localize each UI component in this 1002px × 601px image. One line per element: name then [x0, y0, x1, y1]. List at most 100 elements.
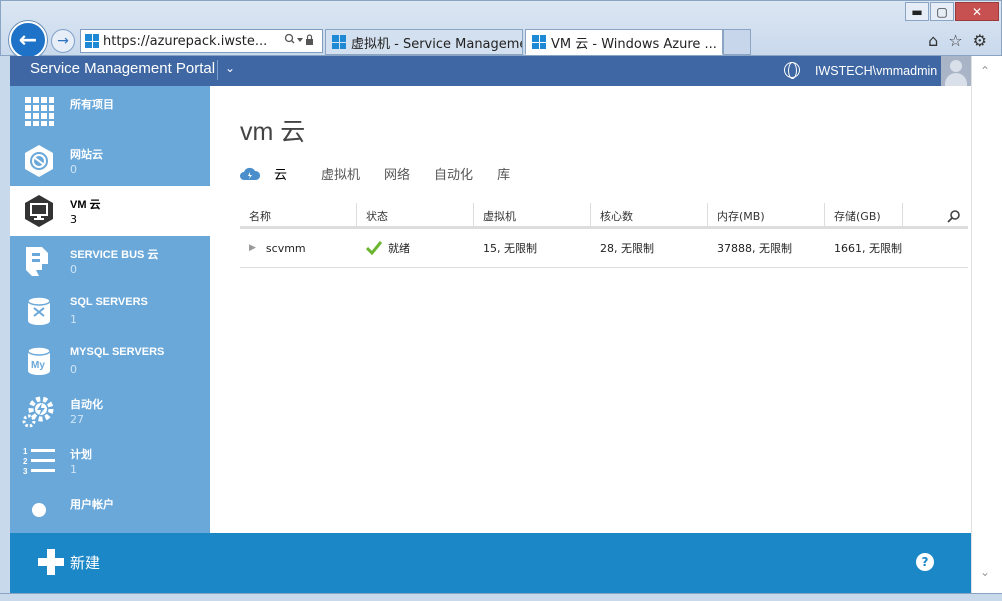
sidebar-item-count: 0 [70, 163, 77, 176]
cell-name: ▶ scvmm [240, 242, 357, 255]
cloud-icon [240, 167, 260, 180]
column-header-name[interactable]: 名称 [240, 203, 357, 226]
table-header: 名称 状态 虚拟机 核心数 内存(MB) 存储(GB) [240, 203, 968, 229]
avatar[interactable] [941, 56, 971, 86]
cell-storage: 1661, 无限制 [834, 242, 902, 255]
help-icon[interactable]: ? [916, 553, 934, 571]
minimize-button[interactable]: ▬ [905, 2, 929, 21]
arrow-left-icon: ← [18, 27, 38, 53]
sidebar-item-sql-servers[interactable]: SQL SERVERS 1 [10, 286, 210, 336]
check-icon [366, 241, 382, 255]
address-controls[interactable] [284, 33, 322, 50]
tab-label: 云 [274, 168, 288, 183]
sidebar-item-label: SQL SERVERS [70, 296, 148, 308]
sidebar-item-label: 自动化 [70, 399, 103, 411]
cloud-name[interactable]: scvmm [266, 242, 306, 255]
sidebar-item-service-bus[interactable]: SERVICE BUS 云 0 [10, 236, 210, 286]
sidebar-item-count: 0 [70, 363, 77, 376]
automation-icon [22, 396, 54, 428]
tab-vm-cloud[interactable]: VM 云 - Windows Azure ... ✕ [525, 29, 723, 55]
close-window-button[interactable]: ✕ [955, 2, 999, 21]
settings-gear-icon[interactable]: ⚙ [973, 31, 987, 50]
sidebar-item-label: 所有项目 [70, 99, 114, 111]
windows-logo-icon [85, 34, 99, 48]
address-bar[interactable]: https://azurepack.iwste... [80, 29, 323, 53]
sidebar-item-label: SERVICE BUS 云 [70, 249, 159, 261]
column-header-storage[interactable]: 存储(GB) [825, 203, 903, 226]
grid-icon [25, 97, 54, 126]
cell-memory: 37888, 无限制 [717, 242, 792, 255]
sidebar-item-count: 1 [70, 313, 77, 326]
browser-tools: ⌂ ☆ ⚙ [928, 31, 987, 50]
favorites-star-icon[interactable]: ☆ [948, 31, 962, 50]
sidebar-item-label: MYSQL SERVERS [70, 346, 165, 358]
url-text[interactable]: https://azurepack.iwste... [103, 34, 280, 49]
back-button[interactable]: ← [9, 21, 47, 59]
plus-icon[interactable] [38, 549, 64, 575]
scroll-up-icon[interactable]: ⌃ [980, 64, 990, 78]
tab-automation[interactable]: 自动化 [434, 164, 473, 183]
sidebar-item-count: 3 [70, 213, 77, 226]
column-header-memory[interactable]: 内存(MB) [708, 203, 825, 226]
tab-virtual-machines[interactable]: 虚拟机 - Service Management [325, 29, 523, 55]
sidebar-item-count: 1 [70, 463, 77, 476]
user-name[interactable]: IWSTECH\vmmadmin [815, 64, 937, 78]
tab-title: 虚拟机 - Service Management [351, 36, 523, 52]
scrollbar[interactable]: ⌃ ⌄ [971, 56, 1002, 593]
browser-chrome: ▬ ▢ ✕ ← → https://azurepack.iwste... 虚拟机… [0, 0, 1002, 59]
sql-server-icon [27, 296, 51, 325]
mysql-server-icon: My [27, 346, 51, 375]
window-frame-left [0, 56, 10, 593]
portal-viewport: Service Management Portal ⌄ IWSTECH\vmma… [10, 56, 971, 593]
column-header-cores[interactable]: 核心数 [591, 203, 708, 226]
sidebar-item-label: 计划 [70, 449, 92, 461]
new-button[interactable]: 新建 [70, 552, 100, 573]
sidebar-item-website-cloud[interactable]: 网站云 0 [10, 136, 210, 186]
website-cloud-icon [25, 145, 53, 177]
column-header-status[interactable]: 状态 [357, 203, 474, 226]
column-header-vms[interactable]: 虚拟机 [474, 203, 591, 226]
sidebar-item-vm-cloud[interactable]: VM 云 3 [10, 186, 210, 236]
tab-virtual-machines[interactable]: 虚拟机 [321, 164, 360, 183]
new-tab-button[interactable] [723, 29, 751, 55]
window-controls: ▬ ▢ ✕ [905, 2, 999, 21]
forward-button[interactable]: → [51, 29, 75, 53]
globe-icon[interactable] [784, 62, 800, 79]
sidebar-item-plans[interactable]: 1 2 3 计划 1 [10, 436, 210, 486]
tab-library[interactable]: 库 [497, 164, 510, 183]
tab-title: VM 云 - Windows Azure ... [551, 36, 717, 52]
cell-vms: 15, 无限制 [483, 242, 537, 255]
maximize-button[interactable]: ▢ [930, 2, 954, 21]
cell-status: 就绪 [357, 240, 474, 256]
main-content: vm 云 云 虚拟机 网络 自动化 库 名称 状态 虚拟机 核心数 内存(MB)… [210, 86, 971, 533]
status-text: 就绪 [388, 242, 410, 255]
sidebar-item-user-accounts[interactable]: 用户帐户 [10, 486, 210, 533]
service-bus-icon [26, 247, 48, 276]
chevron-down-icon[interactable]: ⌄ [225, 61, 235, 75]
sidebar-item-mysql-servers[interactable]: My MYSQL SERVERS 0 [10, 336, 210, 386]
mysql-icon-text: My [31, 360, 45, 371]
plans-icon: 1 2 3 [23, 447, 55, 476]
windows-logo-icon [532, 35, 546, 49]
vm-cloud-icon [25, 195, 53, 227]
sidebar-item-all-items[interactable]: 所有项目 [10, 86, 210, 136]
sidebar-item-count: 0 [70, 263, 77, 276]
window-frame-bottom [0, 593, 1002, 601]
home-icon[interactable]: ⌂ [928, 31, 938, 50]
plans-icon-digit: 1 [23, 447, 28, 456]
plans-icon-digit: 3 [23, 467, 28, 476]
tab-networks[interactable]: 网络 [384, 164, 410, 183]
arrow-right-icon: → [57, 33, 69, 49]
scroll-down-icon[interactable]: ⌄ [980, 565, 990, 579]
tab-cloud[interactable]: 云 [240, 164, 287, 183]
expand-caret-icon[interactable]: ▶ [249, 243, 256, 253]
portal-brand[interactable]: Service Management Portal [30, 60, 215, 77]
table-row[interactable]: ▶ scvmm 就绪 15, 无限制 28, 无限制 37888, 无限制 16… [240, 229, 968, 268]
page-title: vm 云 [240, 118, 306, 146]
sidebar-item-label: 网站云 [70, 149, 103, 161]
clouds-table: 名称 状态 虚拟机 核心数 内存(MB) 存储(GB) ▶ scvmm 就绪 1… [240, 203, 968, 268]
table-search-button[interactable] [940, 203, 968, 229]
sidebar-item-automation[interactable]: 自动化 27 [10, 386, 210, 436]
command-bar: 新建 ? [10, 533, 971, 593]
sidebar-item-label: 用户帐户 [70, 499, 114, 511]
